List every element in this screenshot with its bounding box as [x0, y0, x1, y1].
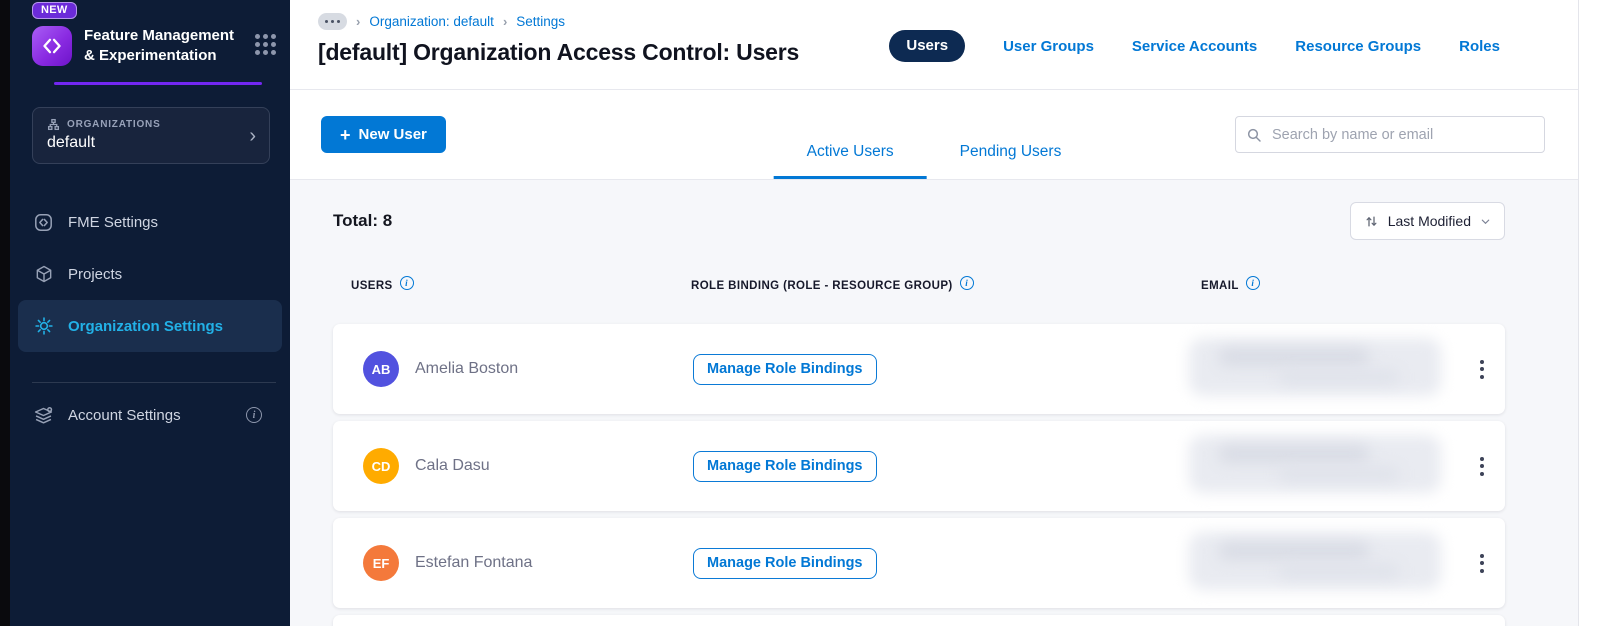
sidebar-divider — [32, 382, 276, 383]
table-row-partial — [333, 615, 1505, 626]
sidebar-item-label: Projects — [68, 265, 123, 283]
column-header-role-binding: ROLE BINDING (ROLE - RESOURCE GROUP) i — [691, 276, 1201, 293]
chevron-right-icon: › — [249, 124, 256, 147]
sidebar-header: NEW Feature Management & Experimentation — [10, 0, 290, 85]
org-selector-value: default — [47, 134, 96, 151]
breadcrumb-link-settings[interactable]: Settings — [516, 14, 565, 29]
info-icon[interactable]: i — [246, 407, 262, 423]
user-name: Cala Dasu — [415, 457, 490, 474]
fme-settings-icon — [33, 212, 54, 233]
breadcrumb-separator: › — [356, 14, 361, 29]
kebab-menu-icon[interactable] — [1459, 356, 1505, 383]
sidebar-nav: FME Settings Projects Organization Setti… — [10, 196, 290, 441]
tab-roles[interactable]: Roles — [1459, 38, 1500, 55]
avatar: CD — [363, 448, 399, 484]
sidebar-item-label: Organization Settings — [68, 317, 224, 335]
page-header: › Organization: default › Settings [defa… — [290, 0, 1578, 90]
breadcrumb-separator: › — [502, 14, 508, 29]
access-control-tabs: Users User Groups Service Accounts Resou… — [889, 30, 1500, 62]
total-count: Total: 8 — [333, 211, 393, 230]
kebab-menu-icon[interactable] — [1459, 550, 1505, 577]
tab-users[interactable]: Users — [889, 30, 966, 62]
app-window: NEW Feature Management & Experimentation — [0, 0, 1600, 626]
user-view-tabs: Active Users Pending Users — [773, 125, 1095, 179]
projects-cube-icon — [33, 264, 54, 285]
manage-role-bindings-button[interactable]: Manage Role Bindings — [693, 450, 877, 482]
split-logo-icon — [32, 26, 72, 66]
org-selector-label: ORGANIZATIONS — [67, 119, 161, 130]
tab-active-users[interactable]: Active Users — [773, 125, 927, 179]
column-header-users: USERS i — [351, 276, 691, 293]
table-row: EF Estefan Fontana Manage Role Bindings — [333, 518, 1505, 608]
sidebar-item-label: FME Settings — [68, 213, 159, 231]
ellipsis-icon[interactable] — [318, 13, 347, 30]
product-title: Feature Management & Experimentation — [84, 27, 235, 64]
org-hierarchy-icon — [47, 118, 60, 131]
sort-dropdown[interactable]: Last Modified — [1349, 202, 1505, 240]
avatar: AB — [363, 351, 399, 387]
info-icon[interactable]: i — [959, 276, 974, 290]
sort-arrows-icon — [1364, 214, 1379, 229]
blurred-email — [1189, 338, 1441, 396]
tab-user-groups[interactable]: User Groups — [1003, 38, 1094, 55]
sidebar-item-account-settings[interactable]: Account Settings i — [18, 389, 282, 441]
background-edge-strip — [0, 0, 10, 626]
kebab-menu-icon[interactable] — [1459, 453, 1505, 480]
blurred-email — [1189, 532, 1441, 590]
manage-role-bindings-button[interactable]: Manage Role Bindings — [693, 353, 877, 385]
tab-resource-groups[interactable]: Resource Groups — [1295, 38, 1421, 55]
breadcrumb: › Organization: default › Settings — [318, 13, 1578, 30]
main-content: › Organization: default › Settings [defa… — [290, 0, 1579, 626]
gear-icon — [33, 316, 54, 337]
column-header-email: EMAIL i — [1201, 276, 1459, 293]
avatar: EF — [363, 545, 399, 581]
new-user-button[interactable]: + New User — [321, 116, 446, 153]
chevron-down-icon — [1480, 216, 1491, 227]
users-table: AB Amelia Boston Manage Role Bindings CD… — [333, 324, 1505, 626]
new-badge: NEW — [32, 2, 77, 19]
table-row: CD Cala Dasu Manage Role Bindings — [333, 421, 1505, 511]
organization-selector[interactable]: ORGANIZATIONS default › — [32, 107, 270, 164]
apps-grid-icon[interactable] — [255, 34, 276, 55]
tab-pending-users[interactable]: Pending Users — [927, 125, 1095, 179]
purple-accent-rule — [54, 82, 262, 85]
tab-service-accounts[interactable]: Service Accounts — [1132, 38, 1257, 55]
user-name: Amelia Boston — [415, 360, 519, 377]
info-icon[interactable]: i — [1245, 276, 1260, 290]
users-list-section: Total: 8 Last Modified USERS i ROLE BIND… — [290, 180, 1578, 626]
right-gutter — [1579, 0, 1600, 626]
info-icon[interactable]: i — [399, 276, 414, 290]
sidebar-item-projects[interactable]: Projects — [18, 248, 282, 300]
sidebar-item-fme-settings[interactable]: FME Settings — [18, 196, 282, 248]
search-icon — [1246, 127, 1262, 143]
breadcrumb-link-organization[interactable]: Organization: default — [369, 14, 494, 29]
table-row: AB Amelia Boston Manage Role Bindings — [333, 324, 1505, 414]
manage-role-bindings-button[interactable]: Manage Role Bindings — [693, 547, 877, 579]
search-input[interactable] — [1235, 116, 1545, 153]
user-name: Estefan Fontana — [415, 554, 533, 571]
toolbar: + New User Active Users Pending Users — [290, 90, 1578, 180]
sidebar-item-label: Account Settings — [68, 406, 181, 424]
account-layers-icon — [33, 405, 54, 426]
blurred-email — [1189, 435, 1441, 493]
table-header-row: USERS i ROLE BINDING (ROLE - RESOURCE GRO… — [333, 276, 1505, 294]
sidebar: NEW Feature Management & Experimentation — [10, 0, 290, 626]
sidebar-item-organization-settings[interactable]: Organization Settings — [18, 300, 282, 352]
